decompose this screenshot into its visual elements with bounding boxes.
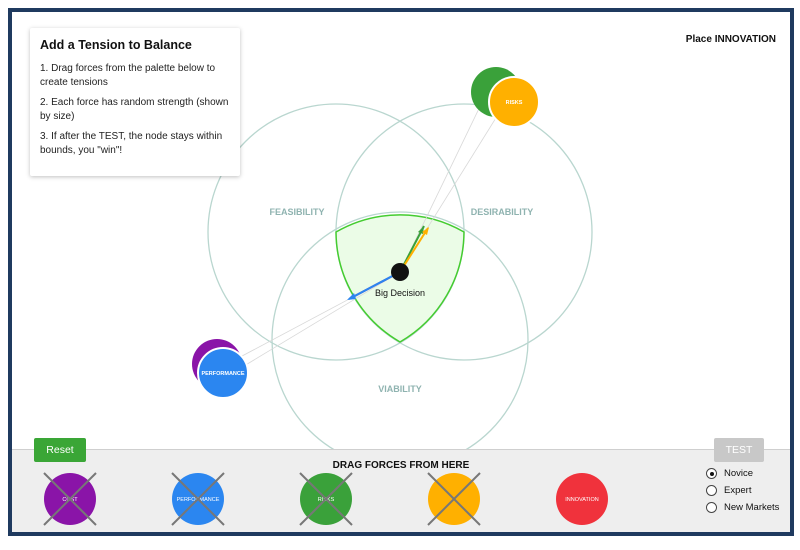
placed-force-performance-label: PERFORMANCE (201, 371, 244, 377)
palette-item-innovation[interactable]: INNOVATION (556, 473, 608, 525)
force-palette: DRAG FORCES FROM HERE COST PERFORMANCE R… (12, 449, 790, 532)
instructions-step: 3. If after the TEST, the node stays wit… (40, 131, 223, 156)
palette-items: COST PERFORMANCE RISKS (43, 472, 608, 526)
level-option-label: New Markets (724, 502, 780, 513)
place-instruction: Place INNOVATION (685, 34, 776, 45)
app-frame: FEASIBILITY DESIRABILITY VIABILITY Big D… (8, 8, 794, 536)
level-option-expert[interactable]: Expert (706, 485, 751, 496)
radio-icon[interactable] (706, 485, 717, 496)
reset-button[interactable]: Reset (34, 438, 86, 462)
instructions-step: 1. Drag forces from the palette below to… (40, 63, 216, 88)
palette-item-performance[interactable]: PERFORMANCE (171, 472, 225, 526)
palette-item-cost[interactable]: COST (43, 472, 97, 526)
level-option-label: Novice (724, 468, 754, 479)
decision-node-label: Big Decision (375, 288, 425, 298)
instructions-title: Add a Tension to Balance (40, 38, 192, 52)
instructions-card: Add a Tension to Balance 1. Drag forces … (30, 28, 240, 176)
test-button[interactable]: TEST (714, 438, 764, 462)
palette-item-orange[interactable] (427, 472, 481, 526)
decision-node[interactable] (391, 263, 409, 281)
level-option-novice[interactable]: Novice (706, 468, 753, 479)
level-option-label: Expert (724, 485, 752, 496)
instructions-step: 2. Each force has random strength (shown… (40, 97, 229, 122)
radio-icon[interactable] (706, 502, 717, 513)
feasibility-label: FEASIBILITY (269, 207, 324, 217)
level-option-new-markets[interactable]: New Markets (706, 502, 779, 513)
palette-item-label: INNOVATION (565, 497, 598, 503)
placed-force-risks-label: RISKS (506, 100, 523, 106)
viability-label: VIABILITY (378, 384, 422, 394)
palette-item-risks[interactable]: RISKS (299, 472, 353, 526)
desirability-label: DESIRABILITY (471, 207, 534, 217)
radio-selected-icon[interactable] (706, 468, 717, 479)
